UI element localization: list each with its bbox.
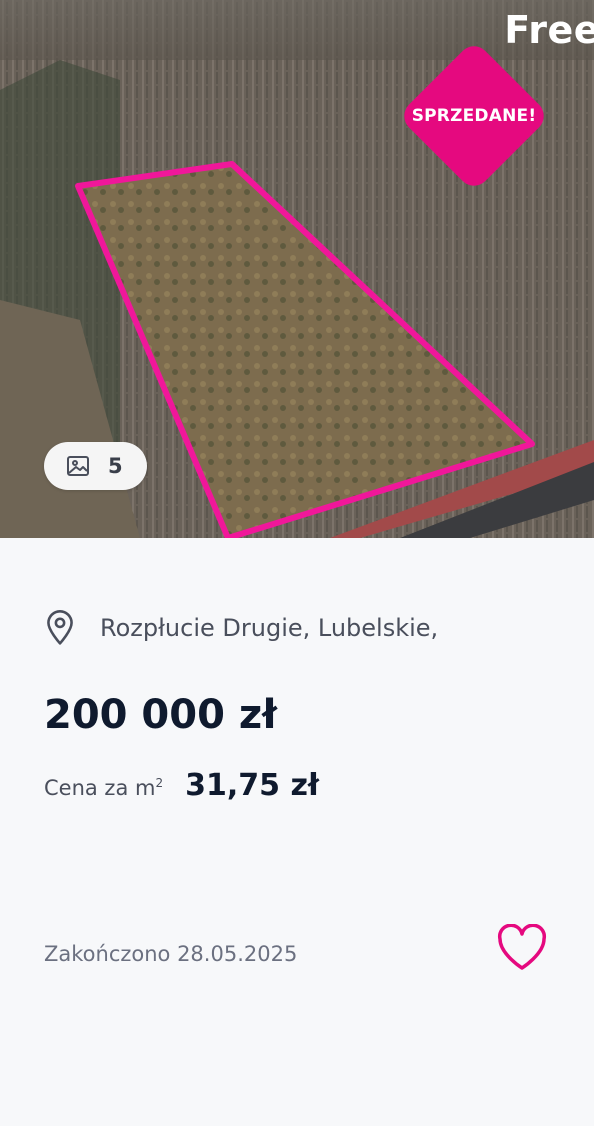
location-pin-icon xyxy=(47,610,73,645)
listing-price: 200 000 zł xyxy=(44,692,277,738)
listing-location: Rozpłucie Drugie, Lubelskie, xyxy=(44,610,438,646)
price-per-m2-label-text: Cena za m xyxy=(44,776,156,800)
gallery-count-button[interactable]: 5 xyxy=(44,442,147,490)
price-per-m2-unit-sup: 2 xyxy=(155,776,164,790)
auction-ended-date: Zakończono 28.05.2025 xyxy=(44,942,298,966)
price-per-m2: Cena za m2 31,75 zł xyxy=(44,768,319,803)
price-per-m2-value: 31,75 zł xyxy=(185,768,320,803)
location-text: Rozpłucie Drugie, Lubelskie, xyxy=(100,614,439,642)
image-icon xyxy=(67,456,89,476)
listing-photo[interactable]: Free SPRZEDANE! 5 xyxy=(0,0,594,538)
sold-badge-label: SPRZEDANE! xyxy=(411,106,537,126)
gallery-count: 5 xyxy=(108,454,123,478)
sold-badge: SPRZEDANE! xyxy=(397,39,551,193)
favorite-heart-icon[interactable] xyxy=(496,924,548,972)
price-per-m2-label: Cena za m2 xyxy=(44,776,163,800)
listing-card[interactable]: Free SPRZEDANE! 5 Rozpłucie Drugie, Lube… xyxy=(0,0,594,1126)
